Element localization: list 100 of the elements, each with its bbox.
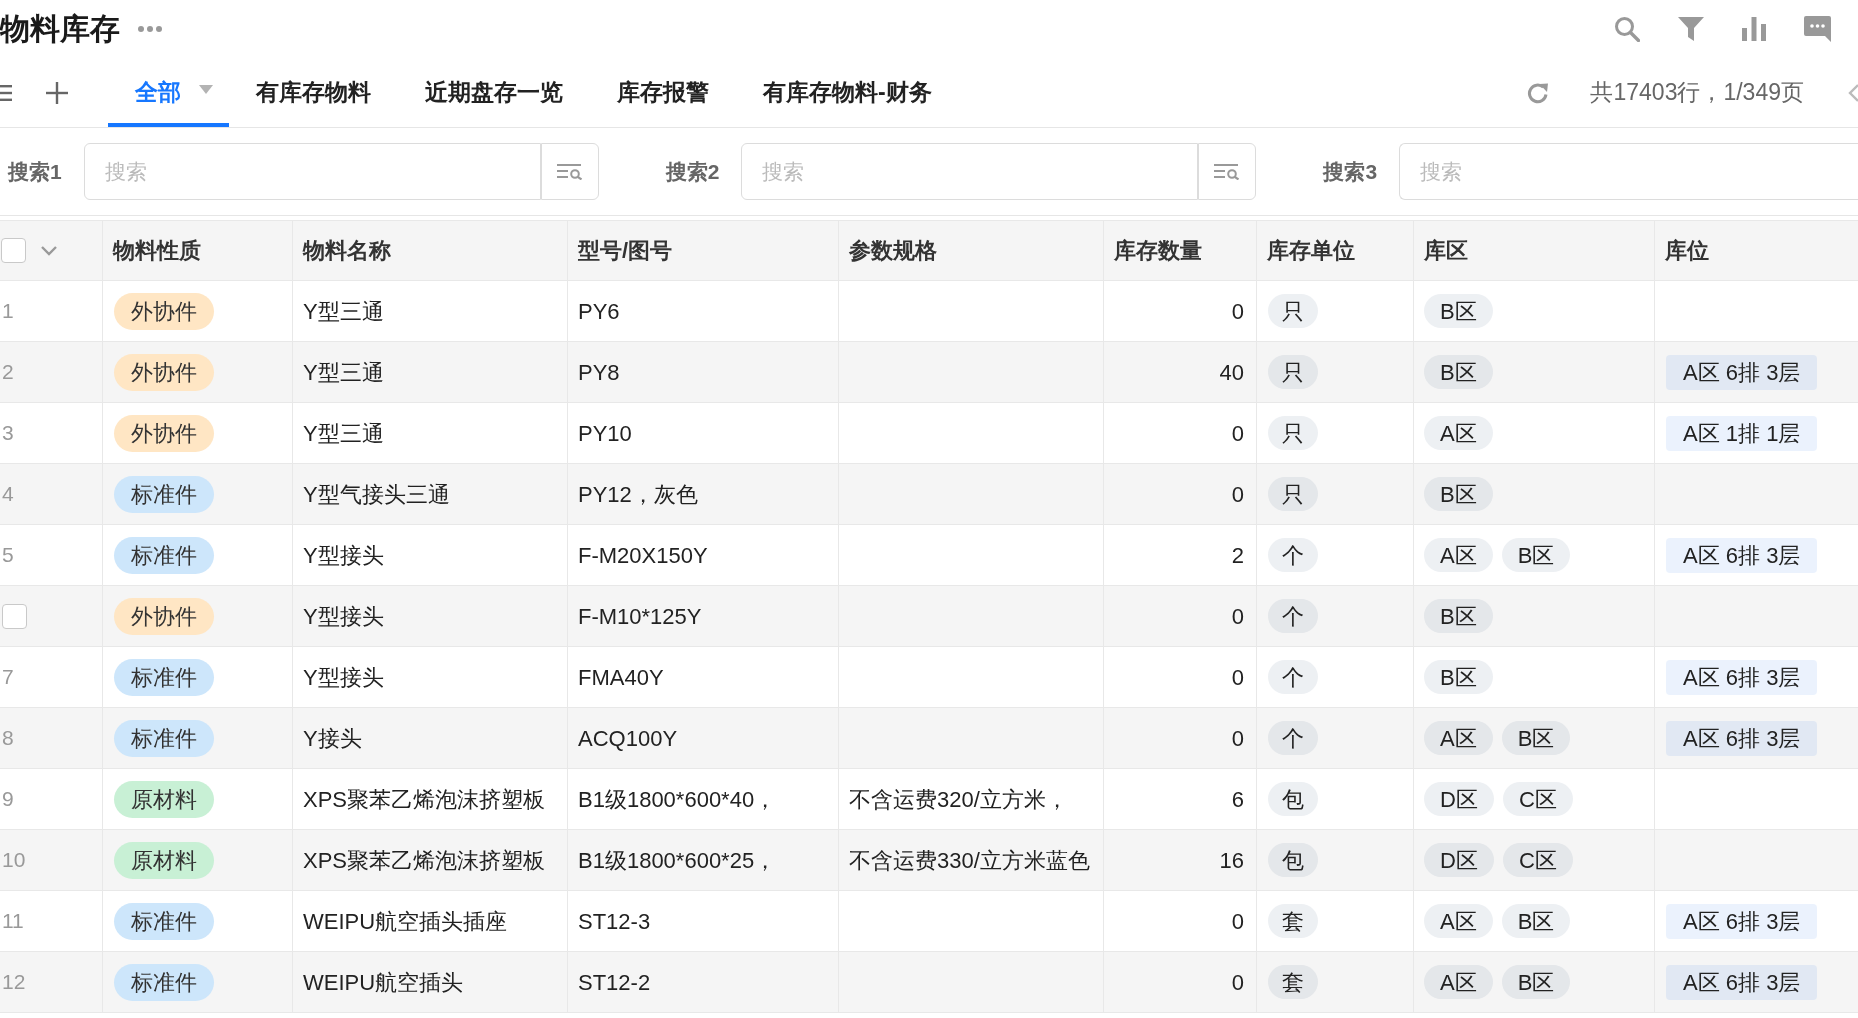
category-tag: 外协件 <box>114 597 214 635</box>
location-tag: A区 6排 3层 <box>1666 720 1818 756</box>
pagination-info: 共17403行，1/349页 <box>1590 78 1804 108</box>
zone-tag: B区 <box>1501 904 1571 938</box>
location-tag: A区 6排 3层 <box>1666 659 1818 695</box>
stock-quantity: 0 <box>1231 297 1244 326</box>
tab[interactable]: 有库存物料-财务 <box>736 58 959 127</box>
search-label: 搜索1 <box>8 158 62 185</box>
zone-tag: A区 <box>1424 904 1493 938</box>
stock-quantity: 0 <box>1231 907 1244 936</box>
row-number: 4 <box>2 481 14 508</box>
row-number: 5 <box>2 542 14 569</box>
search-label: 搜索3 <box>1323 158 1378 185</box>
row-number: 7 <box>2 664 14 691</box>
zone-tag: B区 <box>1424 599 1493 633</box>
zone-tag: A区 <box>1424 416 1493 450</box>
model-number: B1级1800*600*25， <box>578 846 777 875</box>
search-field[interactable]: 搜索 <box>83 143 541 200</box>
bar-chart-icon[interactable] <box>1742 17 1766 41</box>
unit-tag: 个 <box>1268 599 1318 633</box>
zone-tag: A区 <box>1424 965 1493 999</box>
row-number: 9 <box>2 786 14 813</box>
location-tag: A区 6排 3层 <box>1666 964 1818 1000</box>
search-field[interactable]: 搜索 <box>741 143 1199 200</box>
caret-down-icon[interactable] <box>199 85 213 94</box>
material-name: XPS聚苯乙烯泡沫挤塑板 <box>303 785 546 814</box>
zone-tag: B区 <box>1424 660 1493 694</box>
material-name: Y型三通 <box>303 297 384 326</box>
plus-icon[interactable] <box>46 81 68 104</box>
category-tag: 原材料 <box>114 780 214 818</box>
column-header: 型号/图号 <box>578 237 673 265</box>
spec-text: 不含运费320/立方米， <box>849 785 1068 814</box>
unit-tag: 套 <box>1268 965 1318 999</box>
row-number: 2 <box>2 359 14 386</box>
checkbox[interactable] <box>1 238 26 263</box>
column-header: 物料名称 <box>303 237 391 265</box>
unit-tag: 只 <box>1268 477 1318 511</box>
material-name: WEIPU航空插头 <box>303 968 464 997</box>
row-number: 8 <box>2 725 14 752</box>
list-search-icon <box>1214 163 1241 180</box>
location-tag: A区 1排 1层 <box>1666 415 1818 451</box>
tab[interactable]: 有库存物料 <box>229 58 398 127</box>
column-header: 库存数量 <box>1114 237 1202 265</box>
unit-tag: 只 <box>1268 355 1318 389</box>
model-number: ST12-2 <box>578 968 651 997</box>
chat-icon[interactable] <box>1804 16 1831 42</box>
chevron-left-icon[interactable] <box>1848 83 1858 102</box>
unit-tag: 包 <box>1268 843 1318 877</box>
unit-tag: 只 <box>1268 294 1318 328</box>
category-tag: 标准件 <box>114 902 214 940</box>
search-options-button[interactable] <box>1198 143 1257 200</box>
stock-quantity: 6 <box>1231 785 1244 814</box>
zone-tag: C区 <box>1502 782 1573 816</box>
model-number: PY8 <box>578 358 620 387</box>
category-tag: 标准件 <box>114 658 214 696</box>
stock-quantity: 16 <box>1219 846 1244 875</box>
search-options-button[interactable] <box>540 143 599 200</box>
column-header: 参数规格 <box>849 237 937 265</box>
spec-text: 不含运费330/立方米蓝色 <box>849 846 1090 875</box>
search-field[interactable]: 搜索 <box>1399 143 1858 200</box>
category-tag: 标准件 <box>114 719 214 757</box>
list-search-icon <box>556 163 583 180</box>
stock-quantity: 0 <box>1231 663 1244 692</box>
unit-tag: 个 <box>1268 721 1318 755</box>
unit-tag: 包 <box>1268 782 1318 816</box>
material-name: XPS聚苯乙烯泡沫挤塑板 <box>303 846 546 875</box>
tab[interactable]: 全部 <box>108 58 229 127</box>
zone-tag: C区 <box>1502 843 1573 877</box>
zone-tag: B区 <box>1424 355 1493 389</box>
row-number: 1 <box>2 298 14 325</box>
column-header: 库位 <box>1665 237 1709 265</box>
row-number: 12 <box>2 969 26 996</box>
stock-quantity: 2 <box>1231 541 1244 570</box>
material-name: WEIPU航空插头插座 <box>303 907 508 936</box>
zone-tag: B区 <box>1501 965 1571 999</box>
model-number: ST12-3 <box>578 907 651 936</box>
menu-icon[interactable] <box>0 84 12 101</box>
stock-quantity: 0 <box>1231 480 1244 509</box>
row-number: 10 <box>2 847 26 874</box>
tab[interactable]: 库存报警 <box>590 58 736 127</box>
category-tag: 原材料 <box>114 841 214 879</box>
material-name: Y型接头 <box>303 602 384 631</box>
zone-tag: A区 <box>1424 721 1493 755</box>
tab[interactable]: 近期盘存一览 <box>398 58 590 127</box>
filter-icon[interactable] <box>1678 16 1704 42</box>
zone-tag: A区 <box>1424 538 1493 572</box>
model-number: ACQ100Y <box>578 724 678 753</box>
column-header: 库区 <box>1424 237 1468 265</box>
search-icon[interactable] <box>1614 16 1640 42</box>
checkbox[interactable] <box>2 603 27 629</box>
category-tag: 外协件 <box>114 414 214 452</box>
category-tag: 标准件 <box>114 963 214 1001</box>
zone-tag: B区 <box>1424 477 1493 511</box>
model-number: F-M10*125Y <box>578 602 702 631</box>
unit-tag: 只 <box>1268 416 1318 450</box>
unit-tag: 套 <box>1268 904 1318 938</box>
zone-tag: B区 <box>1501 721 1571 755</box>
more-icon[interactable] <box>138 26 162 32</box>
location-tag: A区 6排 3层 <box>1666 903 1818 939</box>
chevron-down-icon[interactable] <box>41 245 57 256</box>
